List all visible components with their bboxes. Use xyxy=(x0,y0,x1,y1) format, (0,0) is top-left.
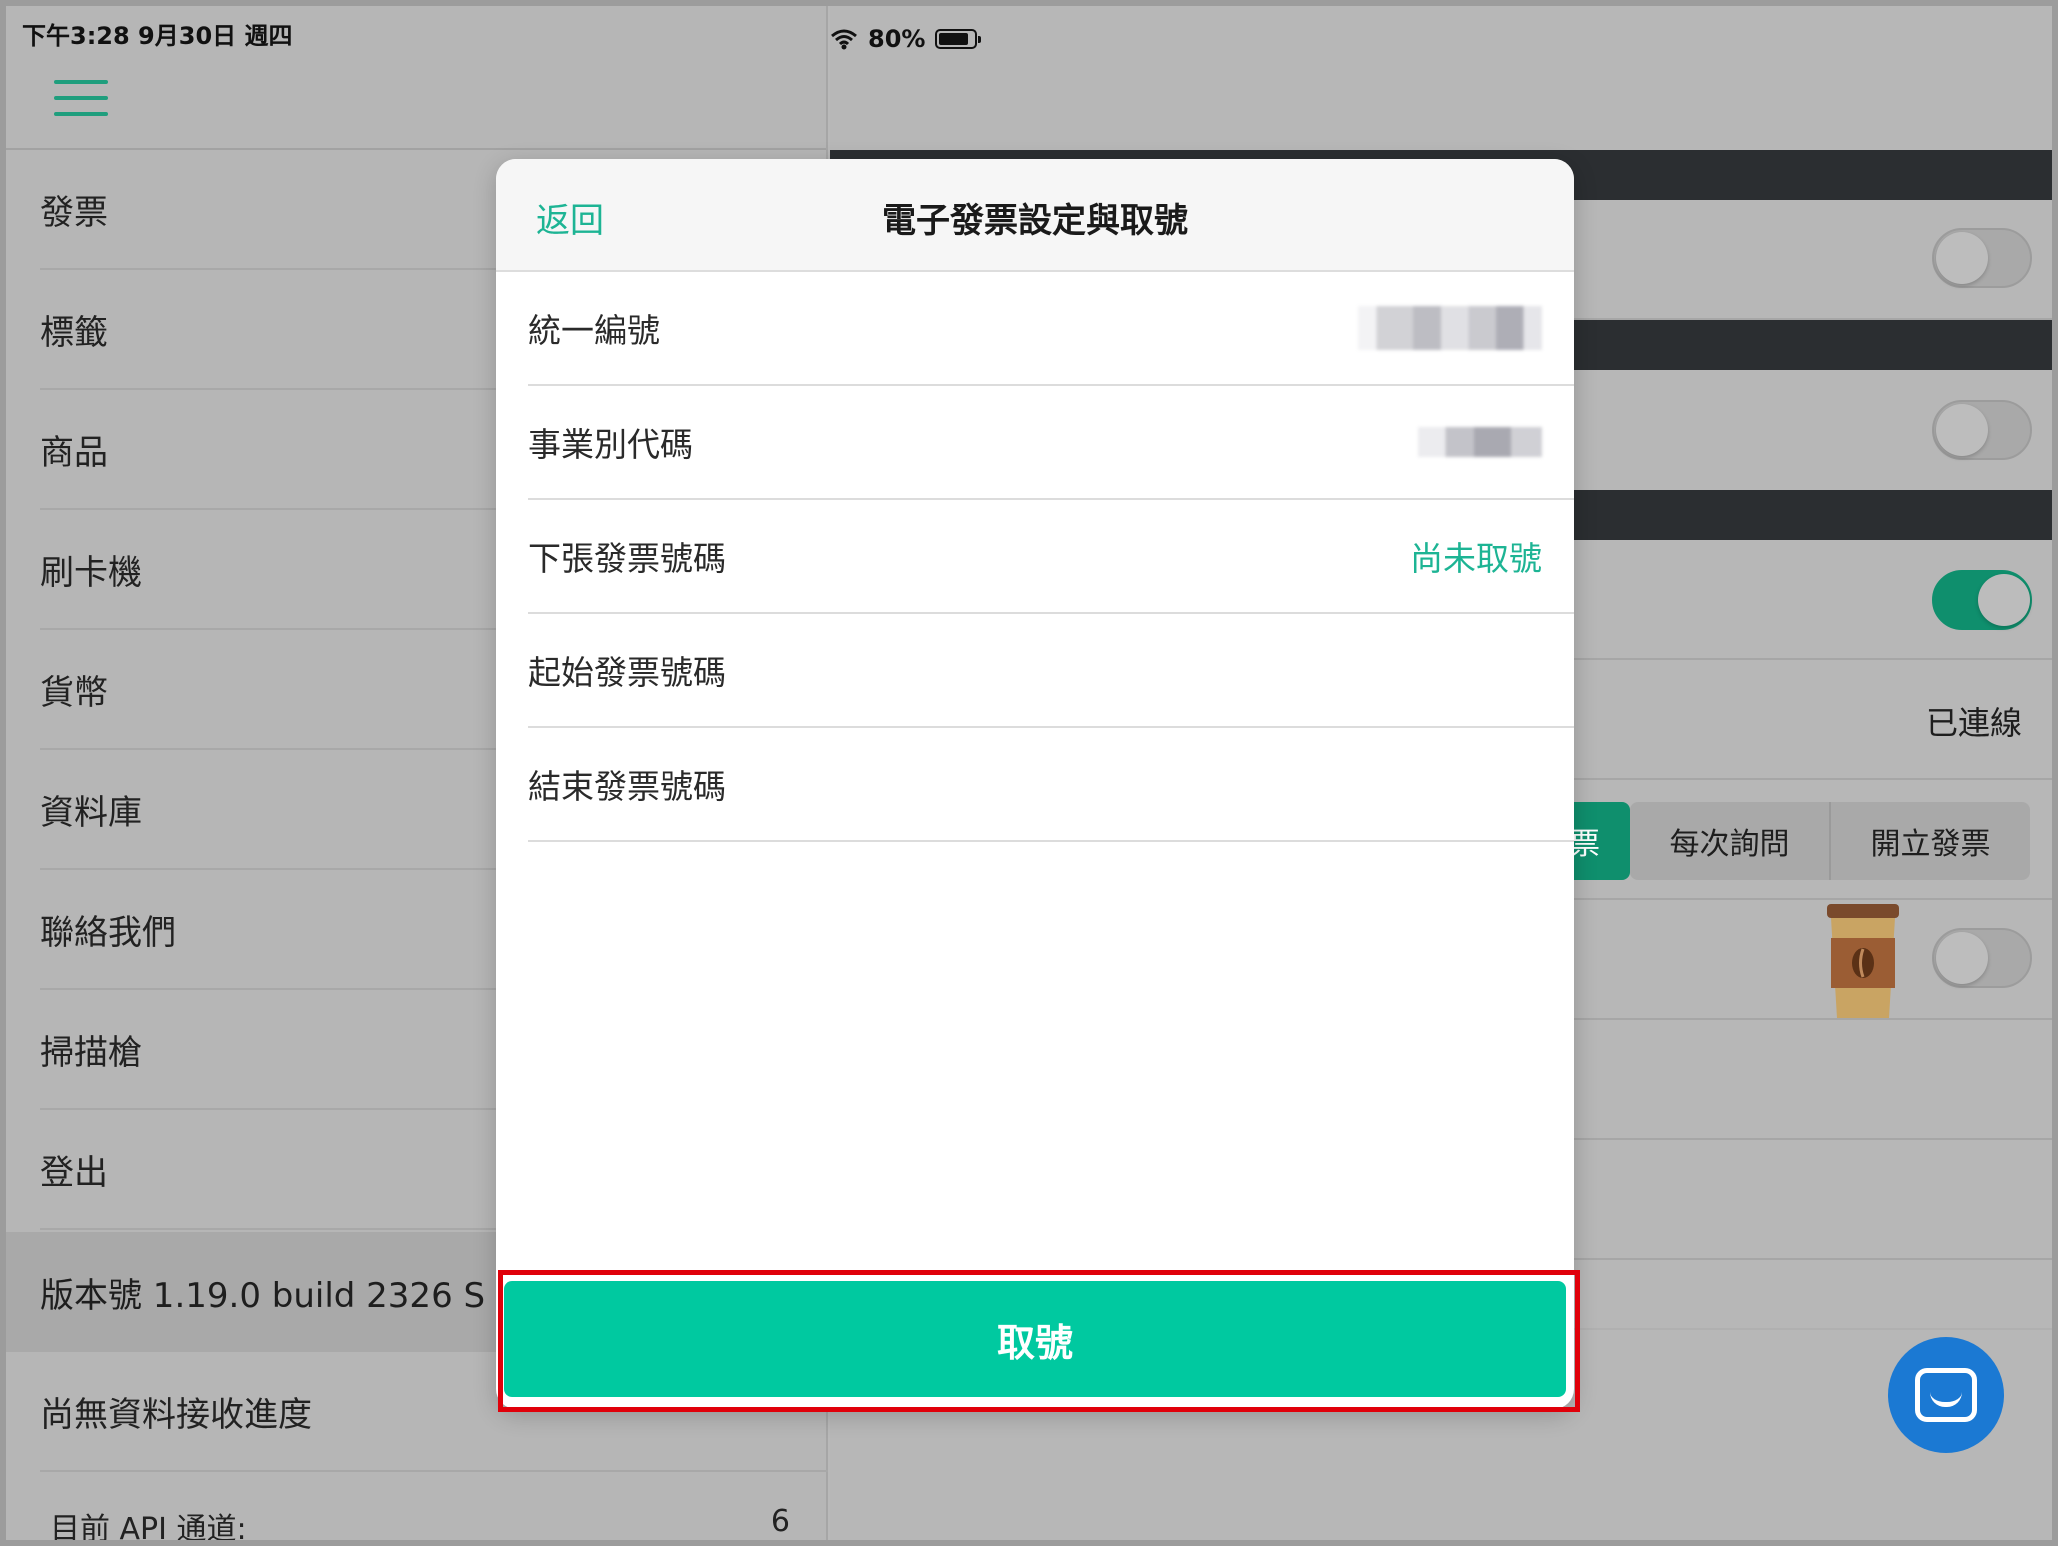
status-right: 80% xyxy=(830,16,2052,62)
battery-percent: 80% xyxy=(868,25,926,53)
battery-icon xyxy=(935,29,982,49)
next-invoice-status: 尚未取號 xyxy=(1410,539,1542,578)
redacted-business-code xyxy=(1418,427,1542,457)
redacted-tax-id xyxy=(1358,306,1542,350)
chat-bubble-icon xyxy=(1915,1368,1977,1422)
einvoice-settings-modal: 返回 電子發票設定與取號 統一編號 事業別代碼 下張發票號碼 尚未取號 起始發票… xyxy=(496,159,1574,1409)
sidebar-item-label: 刷卡機 xyxy=(40,552,142,593)
field-label: 事業別代碼 xyxy=(528,425,693,464)
hamburger-menu-icon[interactable] xyxy=(54,80,108,118)
setting-toggle[interactable] xyxy=(1932,928,2032,988)
api-channel-label: 目前 API 通道: xyxy=(50,1512,247,1546)
status-time-date: 下午3:28 9月30日 週四 xyxy=(22,22,293,50)
take-number-button[interactable]: 取號 xyxy=(504,1281,1566,1397)
field-label: 起始發票號碼 xyxy=(528,653,726,692)
field-next-invoice-number[interactable]: 下張發票號碼 尚未取號 xyxy=(528,500,1574,614)
field-business-code[interactable]: 事業別代碼 xyxy=(528,386,1574,500)
sidebar-item-label: 掃描槍 xyxy=(40,1032,142,1073)
sidebar-item-label: 商品 xyxy=(40,432,108,473)
field-tax-id[interactable]: 統一編號 xyxy=(528,272,1574,386)
segment-ask-each-time[interactable]: 每次詢問 xyxy=(1630,802,1831,880)
modal-header: 返回 電子發票設定與取號 xyxy=(496,159,1574,272)
connection-status: 已連線 xyxy=(1925,704,2022,742)
sidebar-item-label: 聯絡我們 xyxy=(40,912,176,953)
setting-toggle[interactable] xyxy=(1932,400,2032,460)
api-channel: 目前 API 通道: 6 xyxy=(50,1504,790,1546)
segment-control: 每次詢問 開立發票 xyxy=(1630,802,2030,880)
setting-toggle-on[interactable] xyxy=(1932,570,2032,630)
status-bar: 下午3:28 9月30日 週四 80% xyxy=(6,6,2052,62)
modal-title: 電子發票設定與取號 xyxy=(882,201,1188,241)
segment-issue-invoice[interactable]: 開立發票 xyxy=(1831,802,2030,880)
sidebar-item-label: 標籤 xyxy=(40,312,108,353)
field-end-invoice-number[interactable]: 結束發票號碼 xyxy=(528,728,1574,842)
sidebar-item-label: 發票 xyxy=(40,192,108,233)
ipad-screen: 發票 標籤 商品 刷卡機 貨幣 資料庫 聯絡我們 掃描槍 登出 版本號 1.19… xyxy=(0,0,2058,1546)
sidebar-item-label: 資料庫 xyxy=(40,792,142,833)
coffee-cup-icon xyxy=(1827,904,1899,1018)
sidebar-item-label: 登出 xyxy=(40,1152,108,1193)
field-start-invoice-number[interactable]: 起始發票號碼 xyxy=(528,614,1574,728)
wifi-icon xyxy=(831,29,857,50)
field-label: 下張發票號碼 xyxy=(528,539,726,578)
api-channel-value: 6 xyxy=(770,1504,790,1539)
chat-support-button[interactable] xyxy=(1888,1337,2004,1453)
segment-selected[interactable]: 票 xyxy=(1570,802,1630,880)
setting-toggle[interactable] xyxy=(1932,228,2032,288)
field-label: 結束發票號碼 xyxy=(528,767,726,806)
sidebar-item-label: 貨幣 xyxy=(40,672,108,713)
field-label: 統一編號 xyxy=(528,311,660,350)
